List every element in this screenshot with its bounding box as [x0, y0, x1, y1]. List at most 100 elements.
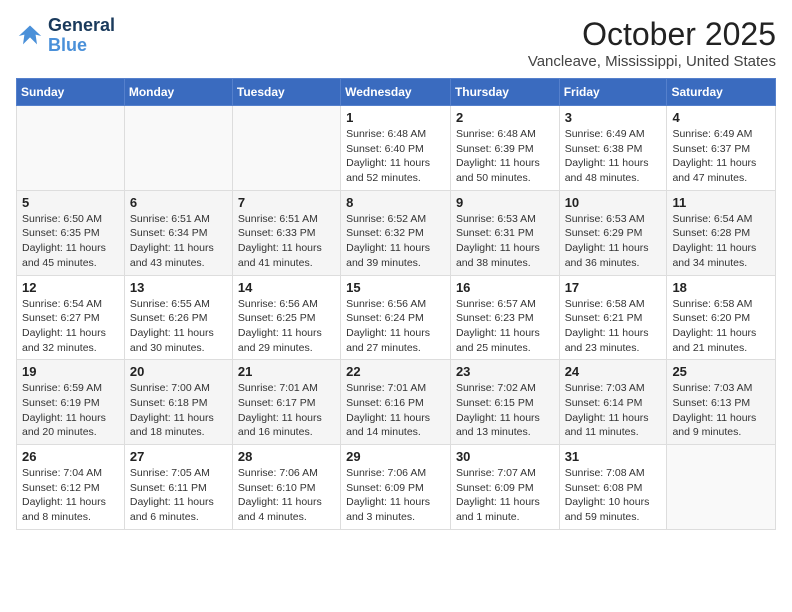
- day-number: 3: [565, 110, 663, 125]
- calendar-cell: 13 Sunrise: 6:55 AM Sunset: 6:26 PM Dayli…: [124, 275, 232, 360]
- calendar-cell: [124, 106, 232, 191]
- day-info: Sunrise: 7:02 AM Sunset: 6:15 PM Dayligh…: [456, 381, 555, 440]
- day-number: 15: [346, 280, 446, 295]
- day-number: 24: [565, 364, 663, 379]
- day-info: Sunrise: 6:51 AM Sunset: 6:33 PM Dayligh…: [238, 212, 336, 271]
- calendar-cell: [17, 106, 125, 191]
- day-info: Sunrise: 6:54 AM Sunset: 6:28 PM Dayligh…: [672, 212, 771, 271]
- weekday-header: Saturday: [667, 79, 776, 106]
- logo: General Blue: [16, 16, 115, 56]
- weekday-header: Wednesday: [341, 79, 451, 106]
- day-info: Sunrise: 7:08 AM Sunset: 6:08 PM Dayligh…: [565, 466, 663, 525]
- day-number: 29: [346, 449, 446, 464]
- day-info: Sunrise: 7:05 AM Sunset: 6:11 PM Dayligh…: [130, 466, 228, 525]
- day-number: 30: [456, 449, 555, 464]
- calendar-week-row: 1 Sunrise: 6:48 AM Sunset: 6:40 PM Daylig…: [17, 106, 776, 191]
- month-title: October 2025: [528, 16, 776, 53]
- calendar-table: SundayMondayTuesdayWednesdayThursdayFrid…: [16, 78, 776, 530]
- calendar-cell: 29 Sunrise: 7:06 AM Sunset: 6:09 PM Dayli…: [341, 445, 451, 530]
- day-number: 14: [238, 280, 336, 295]
- calendar-cell: 3 Sunrise: 6:49 AM Sunset: 6:38 PM Daylig…: [559, 106, 667, 191]
- logo-icon: [16, 22, 44, 50]
- day-info: Sunrise: 7:03 AM Sunset: 6:13 PM Dayligh…: [672, 381, 771, 440]
- calendar-body: 1 Sunrise: 6:48 AM Sunset: 6:40 PM Daylig…: [17, 106, 776, 530]
- calendar-cell: 25 Sunrise: 7:03 AM Sunset: 6:13 PM Dayli…: [667, 360, 776, 445]
- calendar-cell: 17 Sunrise: 6:58 AM Sunset: 6:21 PM Dayli…: [559, 275, 667, 360]
- day-info: Sunrise: 6:48 AM Sunset: 6:40 PM Dayligh…: [346, 127, 446, 186]
- day-info: Sunrise: 6:49 AM Sunset: 6:37 PM Dayligh…: [672, 127, 771, 186]
- day-info: Sunrise: 7:00 AM Sunset: 6:18 PM Dayligh…: [130, 381, 228, 440]
- day-number: 25: [672, 364, 771, 379]
- day-info: Sunrise: 7:06 AM Sunset: 6:09 PM Dayligh…: [346, 466, 446, 525]
- calendar-cell: 30Sunrise: 7:07 AM Sunset: 6:09 PM Dayli…: [450, 445, 559, 530]
- calendar-cell: 2 Sunrise: 6:48 AM Sunset: 6:39 PM Daylig…: [450, 106, 559, 191]
- day-number: 9: [456, 195, 555, 210]
- day-number: 1: [346, 110, 446, 125]
- day-info: Sunrise: 6:56 AM Sunset: 6:24 PM Dayligh…: [346, 297, 446, 356]
- day-number: 19: [22, 364, 120, 379]
- calendar-cell: 11Sunrise: 6:54 AM Sunset: 6:28 PM Dayli…: [667, 190, 776, 275]
- calendar-cell: 12 Sunrise: 6:54 AM Sunset: 6:27 PM Dayli…: [17, 275, 125, 360]
- day-info: Sunrise: 6:53 AM Sunset: 6:31 PM Dayligh…: [456, 212, 555, 271]
- day-info: Sunrise: 6:48 AM Sunset: 6:39 PM Dayligh…: [456, 127, 555, 186]
- calendar-cell: 7 Sunrise: 6:51 AM Sunset: 6:33 PM Daylig…: [232, 190, 340, 275]
- calendar-cell: 31 Sunrise: 7:08 AM Sunset: 6:08 PM Dayli…: [559, 445, 667, 530]
- calendar-cell: 5Sunrise: 6:50 AM Sunset: 6:35 PM Daylig…: [17, 190, 125, 275]
- day-number: 28: [238, 449, 336, 464]
- calendar-cell: 22 Sunrise: 7:01 AM Sunset: 6:16 PM Dayli…: [341, 360, 451, 445]
- calendar-week-row: 26 Sunrise: 7:04 AM Sunset: 6:12 PM Dayli…: [17, 445, 776, 530]
- weekday-header: Sunday: [17, 79, 125, 106]
- day-number: 2: [456, 110, 555, 125]
- day-info: Sunrise: 6:56 AM Sunset: 6:25 PM Dayligh…: [238, 297, 336, 356]
- calendar-cell: 24 Sunrise: 7:03 AM Sunset: 6:14 PM Dayli…: [559, 360, 667, 445]
- location: Vancleave, Mississippi, United States: [528, 53, 776, 70]
- calendar-cell: [232, 106, 340, 191]
- day-number: 26: [22, 449, 120, 464]
- day-number: 8: [346, 195, 446, 210]
- calendar-cell: 19 Sunrise: 6:59 AM Sunset: 6:19 PM Dayli…: [17, 360, 125, 445]
- weekday-header: Friday: [559, 79, 667, 106]
- day-info: Sunrise: 7:01 AM Sunset: 6:16 PM Dayligh…: [346, 381, 446, 440]
- day-number: 6: [130, 195, 228, 210]
- day-number: 7: [238, 195, 336, 210]
- calendar-cell: 4 Sunrise: 6:49 AM Sunset: 6:37 PM Daylig…: [667, 106, 776, 191]
- calendar-cell: 23Sunrise: 7:02 AM Sunset: 6:15 PM Dayli…: [450, 360, 559, 445]
- day-number: 13: [130, 280, 228, 295]
- calendar-cell: 10 Sunrise: 6:53 AM Sunset: 6:29 PM Dayli…: [559, 190, 667, 275]
- calendar-cell: 26 Sunrise: 7:04 AM Sunset: 6:12 PM Dayli…: [17, 445, 125, 530]
- day-info: Sunrise: 6:58 AM Sunset: 6:21 PM Dayligh…: [565, 297, 663, 356]
- day-number: 17: [565, 280, 663, 295]
- day-number: 18: [672, 280, 771, 295]
- calendar-week-row: 12 Sunrise: 6:54 AM Sunset: 6:27 PM Dayli…: [17, 275, 776, 360]
- day-info: Sunrise: 6:57 AM Sunset: 6:23 PM Dayligh…: [456, 297, 555, 356]
- day-number: 5: [22, 195, 120, 210]
- day-info: Sunrise: 6:52 AM Sunset: 6:32 PM Dayligh…: [346, 212, 446, 271]
- weekday-header: Tuesday: [232, 79, 340, 106]
- calendar-cell: 21Sunrise: 7:01 AM Sunset: 6:17 PM Dayli…: [232, 360, 340, 445]
- calendar-cell: 27Sunrise: 7:05 AM Sunset: 6:11 PM Dayli…: [124, 445, 232, 530]
- day-info: Sunrise: 7:06 AM Sunset: 6:10 PM Dayligh…: [238, 466, 336, 525]
- calendar-cell: 28 Sunrise: 7:06 AM Sunset: 6:10 PM Dayli…: [232, 445, 340, 530]
- calendar-cell: 6Sunrise: 6:51 AM Sunset: 6:34 PM Daylig…: [124, 190, 232, 275]
- day-number: 10: [565, 195, 663, 210]
- day-number: 22: [346, 364, 446, 379]
- day-info: Sunrise: 6:49 AM Sunset: 6:38 PM Dayligh…: [565, 127, 663, 186]
- calendar-cell: 20Sunrise: 7:00 AM Sunset: 6:18 PM Dayli…: [124, 360, 232, 445]
- day-info: Sunrise: 6:53 AM Sunset: 6:29 PM Dayligh…: [565, 212, 663, 271]
- day-number: 12: [22, 280, 120, 295]
- calendar-cell: 16 Sunrise: 6:57 AM Sunset: 6:23 PM Dayli…: [450, 275, 559, 360]
- calendar-cell: 8 Sunrise: 6:52 AM Sunset: 6:32 PM Daylig…: [341, 190, 451, 275]
- day-info: Sunrise: 6:54 AM Sunset: 6:27 PM Dayligh…: [22, 297, 120, 356]
- day-info: Sunrise: 7:03 AM Sunset: 6:14 PM Dayligh…: [565, 381, 663, 440]
- day-info: Sunrise: 6:55 AM Sunset: 6:26 PM Dayligh…: [130, 297, 228, 356]
- calendar-header-row: SundayMondayTuesdayWednesdayThursdayFrid…: [17, 79, 776, 106]
- day-number: 16: [456, 280, 555, 295]
- day-number: 4: [672, 110, 771, 125]
- day-number: 31: [565, 449, 663, 464]
- calendar-week-row: 19 Sunrise: 6:59 AM Sunset: 6:19 PM Dayli…: [17, 360, 776, 445]
- day-info: Sunrise: 7:01 AM Sunset: 6:17 PM Dayligh…: [238, 381, 336, 440]
- day-info: Sunrise: 6:59 AM Sunset: 6:19 PM Dayligh…: [22, 381, 120, 440]
- day-info: Sunrise: 7:04 AM Sunset: 6:12 PM Dayligh…: [22, 466, 120, 525]
- page-header: General Blue October 2025 Vancleave, Mis…: [16, 16, 776, 70]
- calendar-cell: 18Sunrise: 6:58 AM Sunset: 6:20 PM Dayli…: [667, 275, 776, 360]
